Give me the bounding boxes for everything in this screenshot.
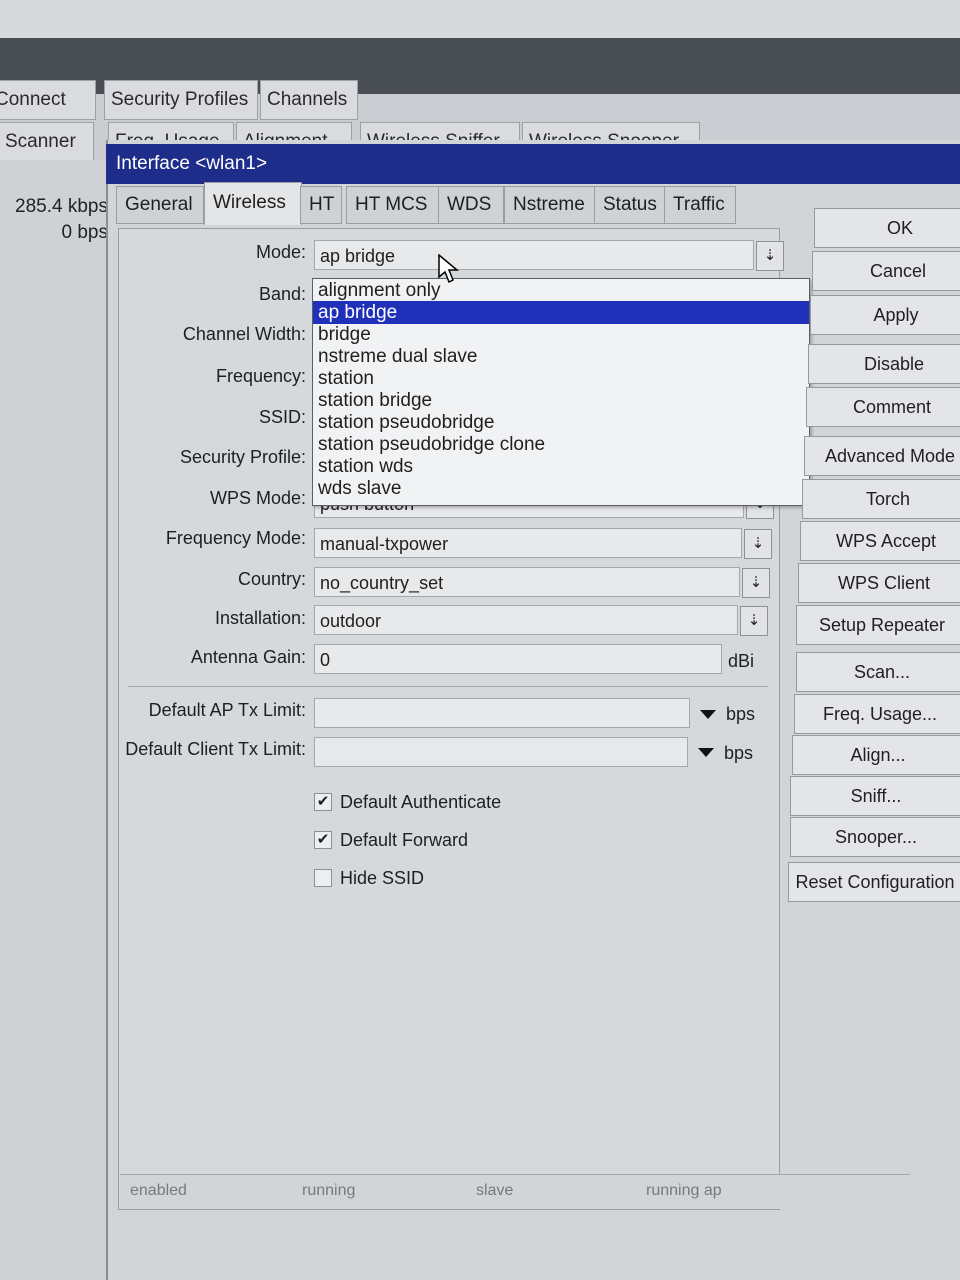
tab-general[interactable]: General — [116, 186, 204, 224]
default-client-tx-limit-expand-icon[interactable] — [698, 748, 714, 757]
hide-ssid-label: Hide SSID — [340, 868, 425, 888]
mode-options-list: alignment only ap bridge bridge nstreme … — [312, 278, 810, 506]
mode-select[interactable]: ap bridge — [314, 240, 754, 270]
checkmark-icon: ✔ — [316, 793, 330, 810]
sniff-button[interactable]: Sniff... — [790, 776, 960, 816]
status-slave: slave — [476, 1182, 514, 1199]
mode-dropdown-arrow-icon[interactable]: ⇣ — [756, 241, 784, 271]
freq-usage-button[interactable]: Freq. Usage... — [794, 694, 960, 734]
comment-button[interactable]: Comment — [806, 387, 960, 427]
default-forward-label: Default Forward — [340, 830, 469, 850]
mode-option[interactable]: wds slave — [313, 477, 809, 500]
mode-option[interactable]: nstreme dual slave — [313, 345, 809, 368]
installation-label: Installation: — [214, 608, 306, 628]
default-ap-tx-limit-input[interactable] — [314, 698, 690, 728]
bg-tab-channels[interactable]: Channels — [260, 80, 358, 120]
snooper-button[interactable]: Snooper... — [790, 817, 960, 857]
frequency-mode-dropdown-arrow-icon[interactable]: ⇣ — [744, 529, 772, 559]
default-authenticate-checkbox[interactable]: ✔ — [314, 793, 332, 811]
background-tabs-row1: Connect List Security Profiles Channels — [0, 80, 360, 148]
dialog-title[interactable]: Interface <wlan1> — [106, 144, 960, 184]
status-running: running — [302, 1182, 356, 1199]
default-ap-tx-limit-label: Default AP Tx Limit: — [148, 700, 306, 720]
wps-client-button[interactable]: WPS Client — [798, 563, 960, 603]
section-separator — [128, 686, 768, 687]
ok-button[interactable]: OK — [814, 208, 960, 248]
mouse-pointer-icon — [438, 254, 460, 284]
security-profile-label: Security Profile: — [179, 447, 306, 467]
wps-accept-button[interactable]: WPS Accept — [800, 521, 960, 561]
default-ap-tx-limit-unit: bps — [726, 704, 756, 724]
rx-rate: 0 bps — [61, 222, 108, 243]
installation-dropdown-arrow-icon[interactable]: ⇣ — [740, 606, 768, 636]
antenna-gain-label: Antenna Gain: — [190, 647, 306, 667]
tab-wds[interactable]: WDS — [438, 186, 504, 224]
mode-option[interactable]: station pseudobridge clone — [313, 433, 809, 456]
tab-nstreme[interactable]: Nstreme — [504, 186, 596, 224]
tab-status[interactable]: Status — [594, 186, 666, 224]
mode-option[interactable]: station bridge — [313, 389, 809, 412]
frequency-mode-label: Frequency Mode: — [165, 528, 306, 548]
wps-mode-label: WPS Mode: — [209, 488, 306, 508]
tx-rate: 285.4 kbps — [15, 196, 108, 217]
bg-tab-security-profiles[interactable]: Security Profiles — [104, 80, 258, 120]
apply-button[interactable]: Apply — [810, 295, 960, 335]
default-authenticate-label: Default Authenticate — [340, 792, 502, 812]
tab-ht-mcs[interactable]: HT MCS — [346, 186, 440, 224]
mode-option[interactable]: alignment only — [313, 279, 809, 302]
tab-ht[interactable]: HT — [300, 186, 342, 224]
torch-button[interactable]: Torch — [802, 479, 960, 519]
scan-button[interactable]: Scan... — [796, 652, 960, 692]
bg-tab-connect-list[interactable]: Connect List — [0, 80, 96, 148]
default-forward-checkbox[interactable]: ✔ — [314, 831, 332, 849]
default-client-tx-limit-unit: bps — [724, 743, 754, 763]
reset-configuration-button[interactable]: Reset Configuration — [788, 862, 960, 902]
frequency-label: Frequency: — [215, 366, 306, 386]
tab-wireless[interactable]: Wireless — [204, 182, 302, 225]
mode-label: Mode: — [255, 242, 306, 262]
installation-select[interactable]: outdoor — [314, 605, 738, 635]
default-ap-tx-limit-expand-icon[interactable] — [700, 710, 716, 719]
mode-option[interactable]: station — [313, 367, 809, 390]
cancel-button[interactable]: Cancel — [812, 251, 960, 291]
status-running-ap: running ap — [646, 1182, 722, 1199]
status-bar — [120, 1174, 910, 1209]
default-client-tx-limit-label: Default Client Tx Limit: — [125, 739, 306, 759]
setup-repeater-button[interactable]: Setup Repeater — [796, 605, 960, 645]
window-top-bar — [0, 0, 960, 40]
default-client-tx-limit-input[interactable] — [314, 737, 688, 767]
checkmark-icon: ✔ — [316, 831, 330, 848]
frequency-mode-select[interactable]: manual-txpower — [314, 528, 742, 558]
country-dropdown-arrow-icon[interactable]: ⇣ — [742, 568, 770, 598]
disable-button[interactable]: Disable — [808, 344, 960, 384]
band-label: Band: — [258, 284, 306, 304]
bg-tab-scanner[interactable]: Scanner — [0, 122, 94, 162]
mode-option[interactable]: station pseudobridge — [313, 411, 809, 434]
country-label: Country: — [237, 569, 306, 589]
ssid-label: SSID: — [258, 407, 306, 427]
advanced-mode-button[interactable]: Advanced Mode — [804, 436, 960, 476]
tab-traffic[interactable]: Traffic — [664, 186, 736, 224]
mode-option[interactable]: bridge — [313, 323, 809, 346]
antenna-gain-input[interactable]: 0 — [314, 644, 722, 674]
channel-width-label: Channel Width: — [182, 324, 306, 344]
align-button[interactable]: Align... — [792, 735, 960, 775]
country-select[interactable]: no_country_set — [314, 567, 740, 597]
status-enabled: enabled — [130, 1182, 187, 1199]
antenna-gain-unit: dBi — [728, 651, 755, 671]
mode-option[interactable]: station wds — [313, 455, 809, 478]
mode-option-selected[interactable]: ap bridge — [313, 301, 809, 324]
hide-ssid-checkbox[interactable] — [314, 869, 332, 887]
